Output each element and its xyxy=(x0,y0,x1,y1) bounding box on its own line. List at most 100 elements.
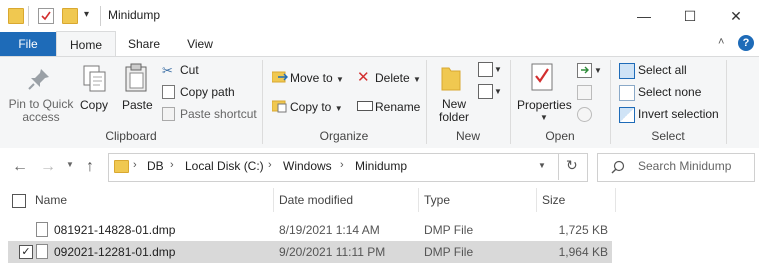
copy-to-button[interactable]: Copy to ▼ xyxy=(290,100,343,114)
file-date-modified: 8/19/2021 1:14 AM xyxy=(279,223,380,237)
divider[interactable] xyxy=(536,188,537,212)
rename-icon xyxy=(357,101,373,111)
new-folder-quick-icon[interactable] xyxy=(62,8,78,24)
chevron-right-icon[interactable]: › xyxy=(133,159,137,171)
file-type: DMP File xyxy=(424,223,474,237)
paste-shortcut-icon xyxy=(162,107,175,121)
help-icon[interactable]: ? xyxy=(738,35,754,51)
cut-button[interactable]: Cut xyxy=(180,63,199,77)
copy-button[interactable]: Copy xyxy=(80,98,108,112)
new-folder-icon xyxy=(440,64,462,92)
column-header-date-modified[interactable]: Date modified xyxy=(279,193,353,207)
file-size: 1,725 KB xyxy=(558,223,608,237)
copy-to-icon xyxy=(271,99,287,113)
divider[interactable] xyxy=(418,188,419,212)
window-title: Minidump xyxy=(108,8,161,22)
select-all-icon xyxy=(619,63,635,79)
delete-label: Delete xyxy=(375,71,410,85)
open-icon[interactable] xyxy=(577,63,592,78)
copy-path-icon xyxy=(162,85,175,99)
file-type: DMP File xyxy=(424,245,474,259)
chevron-down-icon: ▼ xyxy=(413,75,421,84)
chevron-down-icon[interactable]: ▼ xyxy=(540,113,548,122)
file-date-modified: 9/20/2021 11:11 PM xyxy=(279,245,386,259)
column-header-size[interactable]: Size xyxy=(542,193,565,207)
chevron-down-icon[interactable]: ▼ xyxy=(494,65,502,74)
breadcrumb-windows[interactable]: Windows xyxy=(283,159,332,173)
file-name[interactable]: 092021-12281-01.dmp xyxy=(54,245,175,259)
forward-arrow-icon[interactable]: → xyxy=(40,158,56,176)
refresh-icon[interactable]: ↻ xyxy=(566,157,578,174)
folder-icon xyxy=(8,8,24,24)
invert-selection-icon xyxy=(619,107,635,123)
easy-access-icon[interactable] xyxy=(478,84,493,99)
tab-file[interactable]: File xyxy=(0,32,56,56)
organize-group-label: Organize xyxy=(319,129,369,143)
breadcrumb-minidump[interactable]: Minidump xyxy=(355,159,407,173)
edit-icon[interactable] xyxy=(577,85,592,100)
search-icon xyxy=(611,160,625,177)
chevron-down-icon[interactable]: ▼ xyxy=(494,87,502,96)
back-arrow-icon[interactable]: ← xyxy=(12,158,28,176)
close-button[interactable]: ✕ xyxy=(713,0,759,32)
divider xyxy=(558,153,559,180)
delete-button[interactable]: Delete ▼ xyxy=(375,71,421,85)
breadcrumb-local-disk[interactable]: Local Disk (C:) xyxy=(185,159,264,173)
select-group-label: Select xyxy=(651,129,685,143)
properties-quick-icon[interactable] xyxy=(38,8,54,24)
copy-path-button[interactable]: Copy path xyxy=(180,85,235,99)
rename-button[interactable]: Rename xyxy=(375,100,420,114)
new-item-icon[interactable] xyxy=(478,62,493,77)
delete-icon: ✕ xyxy=(357,69,370,86)
customize-quick-access-icon[interactable]: ▾ xyxy=(84,9,89,20)
pin-to-quick-access-button[interactable]: Pin to Quick access xyxy=(4,98,78,124)
divider[interactable] xyxy=(273,188,274,212)
column-header-type[interactable]: Type xyxy=(424,193,450,207)
move-to-button[interactable]: Move to ▼ xyxy=(290,71,344,85)
collapse-ribbon-icon[interactable]: ˄ xyxy=(718,36,724,48)
move-to-icon xyxy=(271,70,288,83)
chevron-right-icon[interactable]: › xyxy=(268,159,272,171)
paste-shortcut-button[interactable]: Paste shortcut xyxy=(180,107,257,121)
up-arrow-icon[interactable]: ↑ xyxy=(86,158,94,176)
file-size: 1,964 KB xyxy=(558,245,608,259)
open-group-label: Open xyxy=(545,129,575,143)
select-none-button[interactable]: Select none xyxy=(638,85,701,99)
new-folder-label-line2: folder xyxy=(438,110,470,124)
row-checkbox[interactable]: ✓ xyxy=(19,245,33,259)
search-input[interactable]: Search Minidump xyxy=(638,159,731,173)
tab-share[interactable]: Share xyxy=(118,32,170,56)
maximize-button[interactable]: ☐ xyxy=(667,0,713,32)
paste-icon xyxy=(123,62,151,97)
new-folder-button[interactable]: New folder xyxy=(434,98,474,124)
chevron-down-icon[interactable]: ▼ xyxy=(594,66,602,75)
minimize-button[interactable]: — xyxy=(621,0,667,32)
move-to-label: Move to xyxy=(290,71,333,85)
select-all-checkbox[interactable] xyxy=(12,194,26,208)
properties-button[interactable]: Properties xyxy=(517,98,572,112)
paste-button[interactable]: Paste xyxy=(122,98,153,112)
select-all-button[interactable]: Select all xyxy=(638,63,687,77)
copy-to-label: Copy to xyxy=(290,100,332,114)
tab-home[interactable]: Home xyxy=(56,31,116,57)
scissors-icon: ✂ xyxy=(162,63,173,78)
recent-locations-chevron-icon[interactable]: ▼ xyxy=(66,160,74,169)
column-header-name[interactable]: Name xyxy=(35,193,67,207)
clipboard-group-label: Clipboard xyxy=(105,129,157,143)
divider[interactable] xyxy=(615,188,616,212)
address-bar[interactable] xyxy=(108,153,588,182)
address-history-chevron-icon[interactable]: ▼ xyxy=(538,161,546,170)
file-name[interactable]: 081921-14828-01.dmp xyxy=(54,223,175,237)
chevron-right-icon[interactable]: › xyxy=(170,159,174,171)
invert-selection-button[interactable]: Invert selection xyxy=(638,107,719,121)
history-icon[interactable] xyxy=(577,107,592,122)
divider xyxy=(726,60,727,144)
pin-label-line2: access xyxy=(22,110,60,124)
chevron-down-icon: ▼ xyxy=(336,75,344,84)
divider xyxy=(28,6,29,26)
tab-view[interactable]: View xyxy=(174,32,226,56)
new-group-label: New xyxy=(455,129,480,143)
pin-icon xyxy=(26,66,52,95)
chevron-right-icon[interactable]: › xyxy=(340,159,344,171)
breadcrumb-db[interactable]: DB xyxy=(147,159,164,173)
